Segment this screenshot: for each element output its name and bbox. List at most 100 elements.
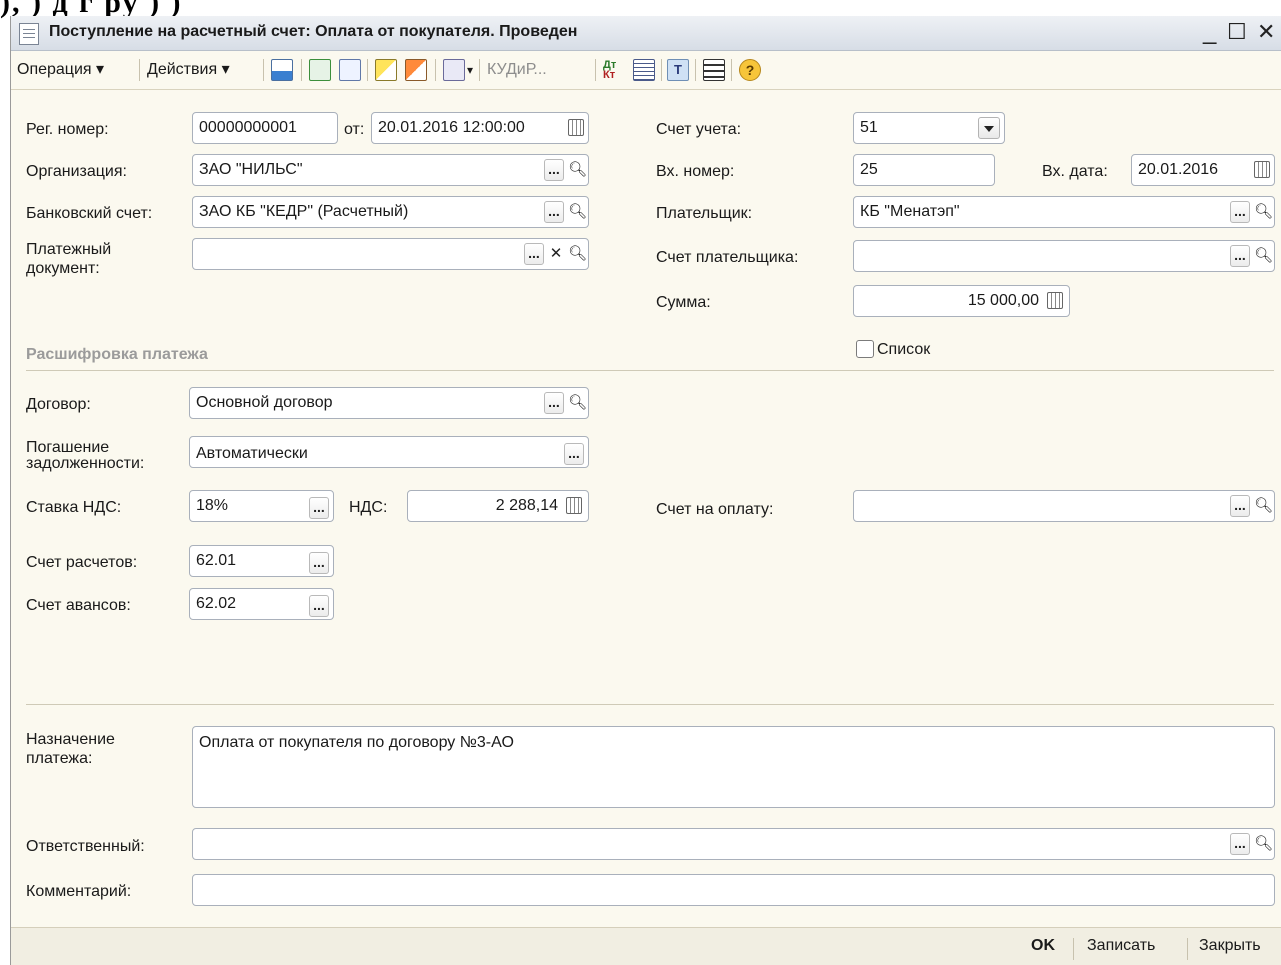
calculator-icon[interactable] [1047,292,1063,309]
payer-account-label: Счет плательщика: [656,249,799,266]
calendar-icon[interactable] [568,119,584,136]
section-title: Расшифровка платежа [26,346,208,363]
payment-doc-label: Платежный документ: [26,241,112,277]
search-icon[interactable]: 🔍︎ [1254,246,1273,266]
search-icon[interactable]: 🔍︎ [1254,496,1273,516]
close-button[interactable]: Закрыть [1199,937,1261,955]
document-window: Поступление на расчетный счет: Оплата от… [10,16,1281,965]
dropdown-button[interactable] [978,117,1000,139]
based-on-icon[interactable] [443,59,465,81]
debt-repayment-field[interactable]: Автоматически ... [189,436,589,468]
operation-menu[interactable]: Операция ▾ [17,58,104,82]
list-checkbox[interactable] [856,340,874,358]
bottom-divider [26,704,1274,705]
sum-label: Сумма: [656,294,711,311]
window-title: Поступление на расчетный счет: Оплата от… [49,23,578,40]
payer-account-field[interactable]: ... 🔍︎ [853,240,1275,272]
contract-field[interactable]: Основной договор ... 🔍︎ [189,387,589,419]
list-checkbox-label: Список [877,341,931,358]
chevron-down-icon: ▾ [96,61,105,78]
in-date-label: Вх. дата: [1042,163,1108,180]
purpose-label: Назначение платежа: [26,731,115,767]
select-button[interactable]: ... [309,552,329,574]
ok-button[interactable]: OK [1031,937,1055,955]
invoice-field[interactable]: ... 🔍︎ [853,490,1275,522]
copy-icon[interactable] [339,59,361,81]
chevron-down-icon[interactable]: ▾ [467,58,473,82]
select-button[interactable]: ... [524,243,544,265]
report-icon[interactable] [633,59,655,81]
select-button[interactable]: ... [309,595,329,617]
in-date-field[interactable]: 20.01.2016 [1131,154,1275,186]
settlement-account-field[interactable]: 62.01 ... [189,545,334,577]
export-icon[interactable] [405,59,427,81]
comment-field[interactable] [192,874,1275,906]
dt-kt-icon[interactable]: Дт Кт [603,60,616,84]
from-label: от: [344,121,365,138]
select-button[interactable]: ... [1230,495,1250,517]
calendar-icon[interactable] [1254,161,1270,178]
reg-number-field[interactable]: 00000000001 [192,112,338,144]
import-icon[interactable] [375,59,397,81]
document-icon [19,23,39,45]
bank-account-label: Банковский счет: [26,205,153,222]
in-number-field[interactable]: 25 [853,154,995,186]
toolbar: Операция ▾ Действия ▾ ▾ КУДиР... Дт Кт T … [11,51,1281,90]
calculator-icon[interactable] [566,497,582,514]
vat-label: НДС: [349,499,388,516]
organization-field[interactable]: ЗАО "НИЛЬС" ... 🔍︎ [192,154,589,186]
chevron-down-icon: ▾ [221,61,230,78]
kudir-button[interactable]: КУДиР... [487,58,547,82]
search-icon[interactable]: 🔍︎ [568,202,587,222]
sum-field[interactable]: 15 000,00 [853,285,1070,317]
select-button[interactable]: ... [309,497,329,519]
help-icon[interactable]: ? [739,59,761,81]
settlement-account-label: Счет расчетов: [26,554,138,571]
footer-bar: OK Записать Закрыть [11,927,1281,965]
vat-field[interactable]: 2 288,14 [407,490,589,522]
advance-account-field[interactable]: 62.02 ... [189,588,334,620]
close-window-button[interactable]: ✕ [1257,18,1275,46]
search-icon[interactable]: 🔍︎ [568,393,587,413]
save-button[interactable]: Записать [1087,937,1155,955]
select-button[interactable]: ... [544,159,564,181]
section-divider [26,370,1274,371]
select-button[interactable]: ... [1230,245,1250,267]
doc-date-field[interactable]: 20.01.2016 12:00:00 [371,112,589,144]
payment-doc-field[interactable]: ... ✕ 🔍︎ [192,238,589,270]
search-icon[interactable]: 🔍︎ [1254,834,1273,854]
organization-label: Организация: [26,163,127,180]
advance-account-label: Счет авансов: [26,597,131,614]
select-button[interactable]: ... [1230,201,1250,223]
minimize-button[interactable]: _ [1203,18,1216,46]
clear-icon[interactable]: ✕ [548,244,564,264]
invoice-label: Счет на оплату: [656,501,774,518]
post-icon[interactable] [271,59,293,81]
responsible-label: Ответственный: [26,838,145,855]
select-button[interactable]: ... [544,392,564,414]
account-select[interactable]: 51 [853,112,1005,144]
vat-rate-label: Ставка НДС: [26,499,122,516]
reg-number-label: Рег. номер: [26,121,109,138]
purpose-textarea[interactable]: Оплата от покупателя по договору №3-АО [192,726,1275,808]
debt-repayment-label: Погашение задолженности: [26,439,145,472]
vat-rate-field[interactable]: 18% ... [189,490,334,522]
payer-field[interactable]: КБ "Менатэп" ... 🔍︎ [853,196,1275,228]
responsible-field[interactable]: ... 🔍︎ [192,828,1275,860]
refresh-icon[interactable] [309,59,331,81]
actions-menu[interactable]: Действия ▾ [147,58,230,82]
in-number-label: Вх. номер: [656,163,735,180]
select-button[interactable]: ... [544,201,564,223]
maximize-button[interactable]: ☐ [1227,18,1247,46]
bank-account-field[interactable]: ЗАО КБ "КЕДР" (Расчетный) ... 🔍︎ [192,196,589,228]
search-icon[interactable]: 🔍︎ [568,160,587,180]
select-button[interactable]: ... [564,443,584,465]
search-icon[interactable]: 🔍︎ [1254,202,1273,222]
payer-label: Плательщик: [656,205,753,222]
select-button[interactable]: ... [1230,833,1250,855]
search-icon[interactable]: 🔍︎ [568,244,587,264]
font-icon[interactable]: T [667,59,689,81]
contract-label: Договор: [26,396,91,413]
structure-icon[interactable] [703,59,725,81]
title-bar: Поступление на расчетный счет: Оплата от… [11,16,1281,51]
